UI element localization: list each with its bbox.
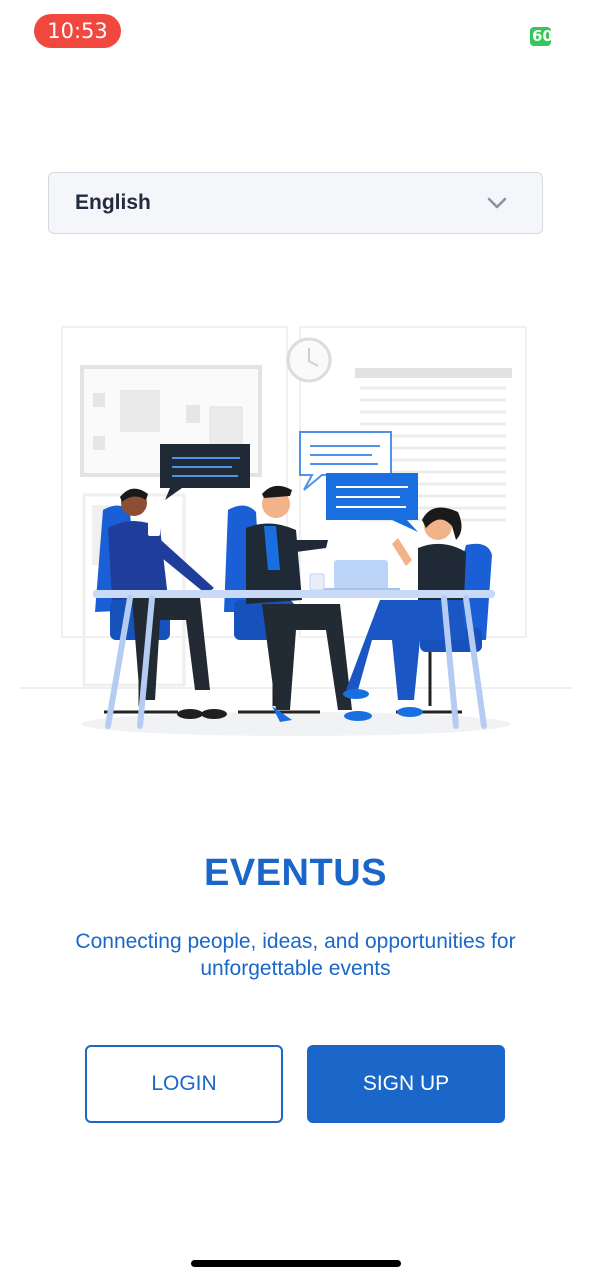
signup-button[interactable]: SIGN UP [307, 1045, 505, 1123]
app-tagline: Connecting people, ideas, and opportunit… [75, 930, 516, 980]
language-select[interactable]: English [48, 172, 543, 234]
language-select-value: English [75, 191, 151, 214]
home-indicator[interactable] [191, 1260, 401, 1267]
login-button[interactable]: LOGIN [85, 1045, 283, 1123]
app-title: EVENTUS [204, 852, 387, 894]
team-meeting-illustration [20, 326, 572, 736]
battery-icon: 60 [530, 27, 551, 46]
chevron-down-icon [486, 192, 508, 214]
status-time: 10:53 [34, 14, 121, 48]
